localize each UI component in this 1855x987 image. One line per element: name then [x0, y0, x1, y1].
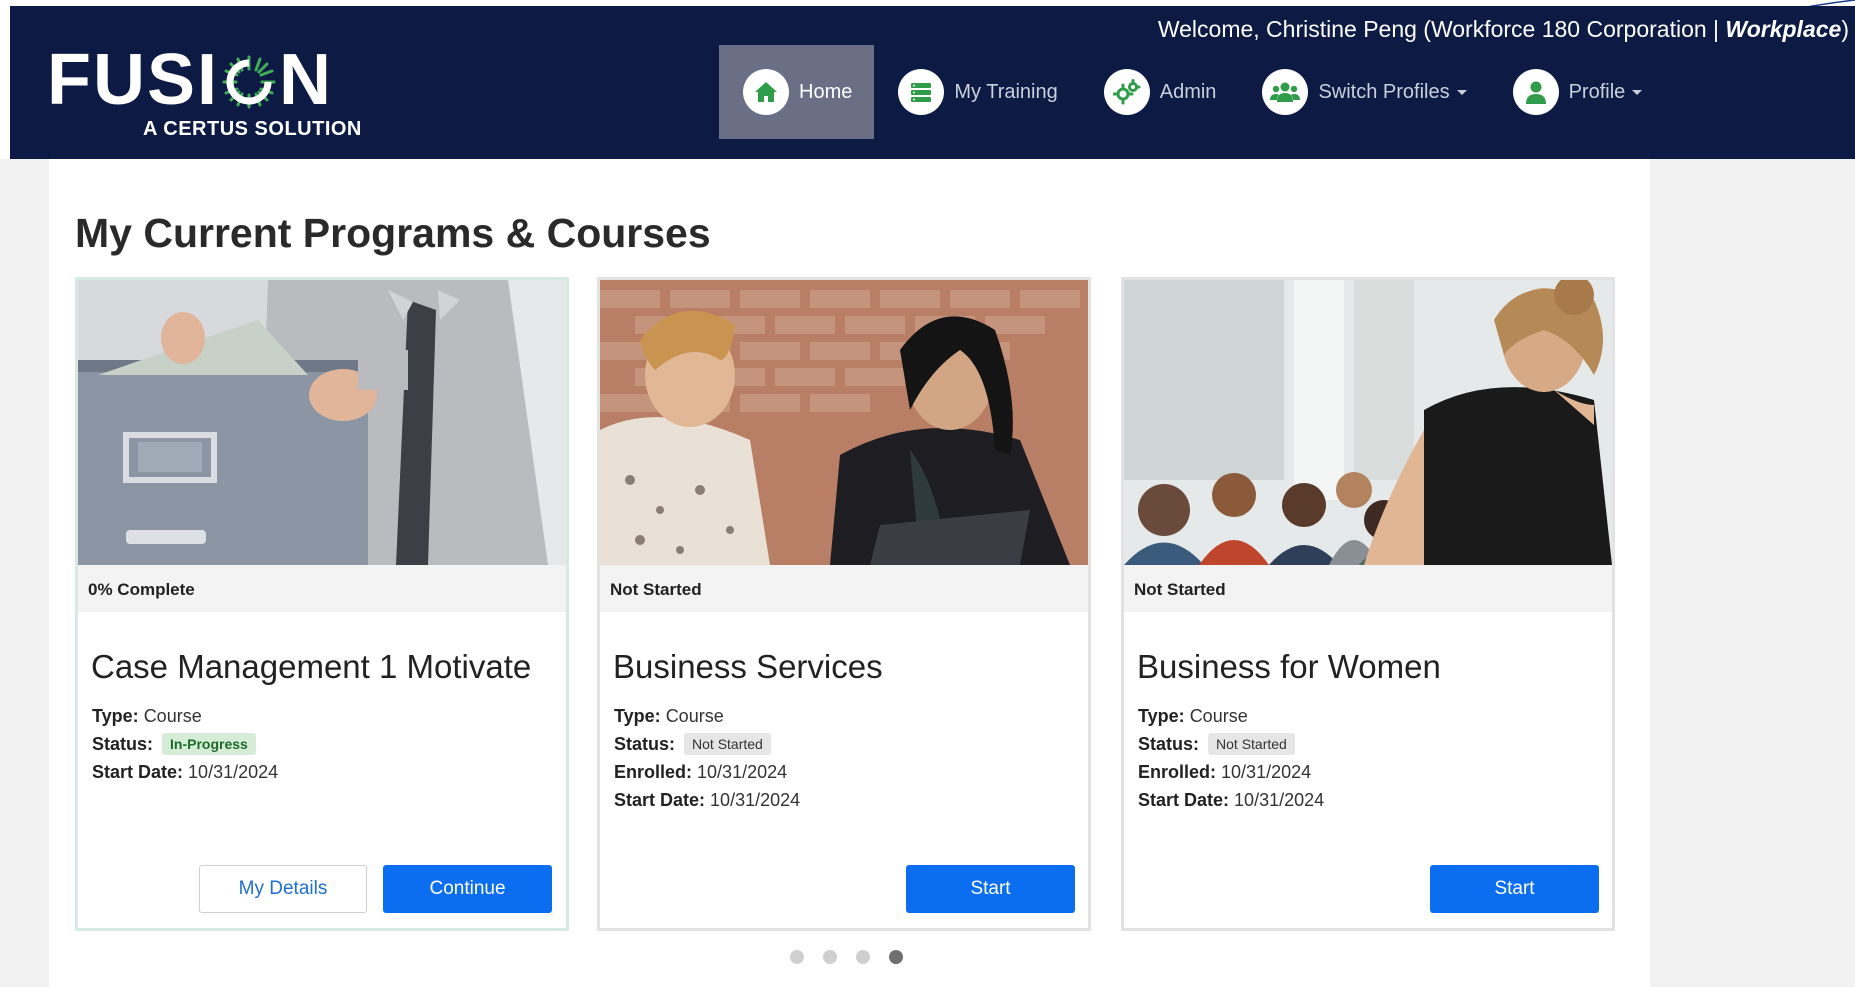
- top-navbar: FUSI N A CERTUS SOLUTION Welcome, Christ…: [10, 6, 1855, 159]
- start-date-value: 10/31/2024: [710, 790, 801, 810]
- brand-logo[interactable]: FUSI N A CERTUS SOLUTION: [47, 44, 377, 144]
- status-badge: Not Started: [1208, 733, 1295, 755]
- brand-word-left: FUSI: [47, 40, 220, 120]
- type-value: Course: [1189, 706, 1248, 726]
- start-date-label: Start Date:: [1138, 790, 1230, 810]
- carousel-pagination: [790, 950, 903, 964]
- welcome-message: Welcome, Christine Peng (Workforce 180 C…: [1158, 16, 1849, 43]
- type-value: Course: [665, 706, 724, 726]
- status-badge: Not Started: [684, 733, 771, 755]
- nav-switch-profiles[interactable]: Switch Profiles: [1238, 45, 1488, 139]
- course-title: Business Services: [613, 648, 883, 685]
- course-meta: Type: Course Status: In-Progress Start D…: [92, 702, 278, 786]
- enrolled-value: 10/31/2024: [697, 762, 788, 782]
- type-label: Type:: [614, 706, 661, 726]
- start-date-row: Start Date: 10/31/2024: [92, 758, 278, 786]
- start-date-value: 10/31/2024: [1234, 790, 1325, 810]
- carousel-dot[interactable]: [823, 950, 837, 964]
- my-details-button[interactable]: My Details: [199, 865, 367, 913]
- nav-admin-label: Admin: [1159, 80, 1217, 103]
- nav-my-training-label: My Training: [954, 80, 1058, 103]
- welcome-prefix: Welcome, Christine Peng (Workforce 180 C…: [1157, 16, 1726, 42]
- progress-label: 0% Complete: [78, 565, 566, 612]
- status-label: Status:: [92, 734, 154, 754]
- type-row: Type: Course: [1138, 702, 1324, 730]
- progress-label: Not Started: [1124, 565, 1612, 612]
- carousel-dot[interactable]: [790, 950, 804, 964]
- nav-home[interactable]: Home: [719, 45, 875, 139]
- course-card: 0% Complete Case Management 1 Motivate T…: [75, 277, 569, 931]
- enrolled-value: 10/31/2024: [1221, 762, 1312, 782]
- woman-presenting-to-audience-photo: [1124, 280, 1612, 565]
- two-women-meeting-photo: [600, 280, 1088, 565]
- status-label: Status:: [1138, 734, 1200, 754]
- chevron-down-icon: [1632, 89, 1643, 95]
- type-label: Type:: [92, 706, 139, 726]
- course-card: Not Started Business Services Type: Cour…: [597, 277, 1091, 931]
- course-title: Business for Women: [1137, 648, 1441, 685]
- type-row: Type: Course: [92, 702, 278, 730]
- gears-icon: [1103, 69, 1150, 115]
- brand-wordmark: FUSI N: [47, 44, 377, 116]
- enrolled-label: Enrolled:: [1138, 762, 1217, 782]
- welcome-role: Workplace: [1725, 16, 1842, 42]
- course-title: Case Management 1 Motivate: [91, 648, 532, 685]
- chevron-down-icon: [1456, 89, 1467, 95]
- progress-label: Not Started: [600, 565, 1088, 612]
- enrolled-label: Enrolled:: [614, 762, 693, 782]
- carousel-dot[interactable]: [856, 950, 870, 964]
- start-date-row: Start Date: 10/31/2024: [614, 786, 800, 814]
- user-icon: [1512, 69, 1559, 115]
- start-date-value: 10/31/2024: [188, 762, 279, 782]
- status-row: Status: In-Progress: [92, 730, 278, 758]
- welcome-suffix: ): [1841, 16, 1849, 42]
- nav-admin[interactable]: Admin: [1080, 45, 1239, 139]
- nav-switch-profiles-label: Switch Profiles: [1318, 80, 1450, 103]
- course-card: Not Started Business for Women Type: Cou…: [1121, 277, 1615, 931]
- type-label: Type:: [1138, 706, 1185, 726]
- page-title: My Current Programs & Courses: [75, 210, 711, 256]
- carousel-dot-active[interactable]: [889, 950, 903, 964]
- start-date-label: Start Date:: [614, 790, 706, 810]
- type-value: Course: [143, 706, 202, 726]
- users-group-icon: [1262, 69, 1309, 115]
- man-opening-file-cabinet-photo: [78, 280, 566, 565]
- training-list-icon: [898, 69, 945, 115]
- type-row: Type: Course: [614, 702, 800, 730]
- sunburst-o-icon: [220, 51, 278, 109]
- start-date-label: Start Date:: [92, 762, 184, 782]
- home-icon: [743, 69, 789, 115]
- start-date-row: Start Date: 10/31/2024: [1138, 786, 1324, 814]
- status-label: Status:: [614, 734, 676, 754]
- brand-word-right: N: [279, 40, 334, 120]
- start-button[interactable]: Start: [906, 865, 1075, 913]
- continue-button[interactable]: Continue: [383, 865, 552, 913]
- brand-tagline: A CERTUS SOLUTION: [143, 118, 362, 140]
- enrolled-row: Enrolled: 10/31/2024: [614, 758, 800, 786]
- nav-my-training[interactable]: My Training: [874, 45, 1079, 139]
- main-nav: Home My Training Admin Switch Profiles P…: [719, 45, 1664, 139]
- course-meta: Type: Course Status: Not Started Enrolle…: [614, 702, 800, 814]
- nav-profile[interactable]: Profile: [1489, 45, 1665, 139]
- start-button[interactable]: Start: [1430, 865, 1599, 913]
- right-gutter: [1650, 159, 1855, 987]
- left-gutter: [0, 159, 49, 987]
- status-badge: In-Progress: [162, 733, 256, 755]
- enrolled-row: Enrolled: 10/31/2024: [1138, 758, 1324, 786]
- nav-profile-label: Profile: [1568, 80, 1626, 103]
- nav-home-label: Home: [799, 80, 853, 103]
- status-row: Status: Not Started: [1138, 730, 1324, 758]
- status-row: Status: Not Started: [614, 730, 800, 758]
- course-meta: Type: Course Status: Not Started Enrolle…: [1138, 702, 1324, 814]
